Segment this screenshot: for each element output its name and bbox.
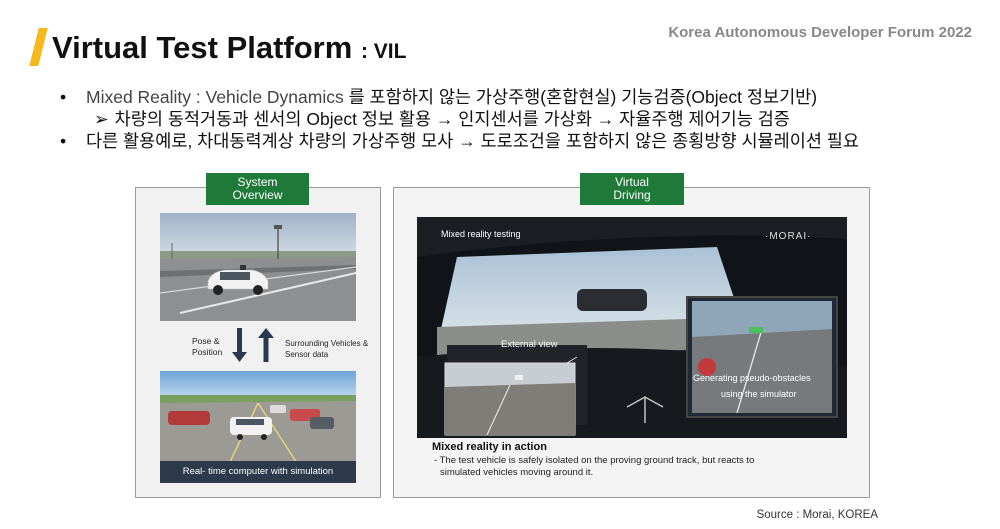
bullet-text: 다른 활용예로, 차대동력계상 차량의 가상주행 모사 → 도로조건을 포함하지…: [86, 131, 860, 151]
bullet-dot: •: [60, 87, 67, 107]
arrow-up-icon: [258, 328, 274, 362]
bullet-text-lite: Mixed Reality : Vehicle Dynamics: [86, 87, 344, 107]
source-note: Source : Morai, KOREA: [756, 509, 878, 521]
test-track-photo: [160, 213, 356, 321]
pose-position-label: Pose & Position: [192, 336, 222, 358]
label-line: Position: [192, 347, 223, 357]
bullet-list: • Mixed Reality : Vehicle Dynamics 를 포함하…: [60, 86, 990, 152]
page-title: Virtual Test Platform : VIL: [52, 30, 406, 66]
label-line: Surrounding Vehicles &: [285, 339, 369, 348]
arrow-down-icon: [232, 328, 247, 362]
bullet-text: 를 포함하지 않는 가상주행(혼합현실) 기능검증(Object 정보기반): [343, 87, 818, 107]
accent-bar: [29, 28, 48, 66]
caption-line: simulated vehicles moving around it.: [440, 467, 594, 478]
tag-line: Overview: [232, 188, 283, 202]
surrounding-vehicles-label: Surrounding Vehicles & Sensor data: [285, 338, 368, 360]
bullet-text: 차량의 동적거동과 센서의 Object 정보 활용 → 인지센서를 가상화 →…: [114, 109, 790, 129]
bullet-sub-item: ➢ 차량의 동적거동과 센서의 Object 정보 활용 → 인지센서를 가상화 …: [60, 108, 990, 130]
label-line: Pose &: [192, 336, 220, 346]
data-flow-arrows: [228, 326, 288, 364]
overlay-mixed-reality: Mixed reality testing: [441, 229, 521, 239]
bullet-item: • 다른 활용예로, 차대동력계상 차량의 가상주행 모사 → 도로조건을 포함…: [60, 130, 990, 152]
page-title-suffix: : VIL: [360, 40, 407, 63]
page-title-text: Virtual Test Platform: [52, 30, 353, 65]
caption-title: Mixed reality in action: [432, 441, 547, 453]
caption-line: - The test vehicle is safely isolated on…: [434, 455, 755, 466]
label-line: Sensor data: [285, 350, 329, 359]
bullet-item: • Mixed Reality : Vehicle Dynamics 를 포함하…: [60, 86, 990, 108]
forum-name: Korea Autonomous Developer Forum 2022: [668, 24, 972, 41]
in-car-view-photo: Mixed reality testing ·MORAI· External v…: [417, 217, 847, 438]
morai-logo: ·MORAI·: [765, 231, 812, 242]
overlay-external-view: External view: [501, 339, 558, 350]
caption-text: - The test vehicle is safely isolated on…: [434, 455, 854, 479]
bullet-dot: •: [60, 131, 67, 151]
system-overview-tag: System Overview: [206, 173, 309, 205]
simulation-caption: Real- time computer with simulation: [160, 461, 356, 483]
virtual-driving-tag: Virtual Driving: [580, 173, 684, 205]
arrow-marker-icon: ➢: [94, 109, 109, 129]
overlay-generating-line1: Generating pseudo-obstacles: [693, 373, 811, 383]
overlay-generating-line2: using the simulator: [721, 389, 797, 399]
tag-line: Driving: [613, 188, 651, 202]
simulation-screenshot: Real- time computer with simulation: [160, 371, 356, 483]
